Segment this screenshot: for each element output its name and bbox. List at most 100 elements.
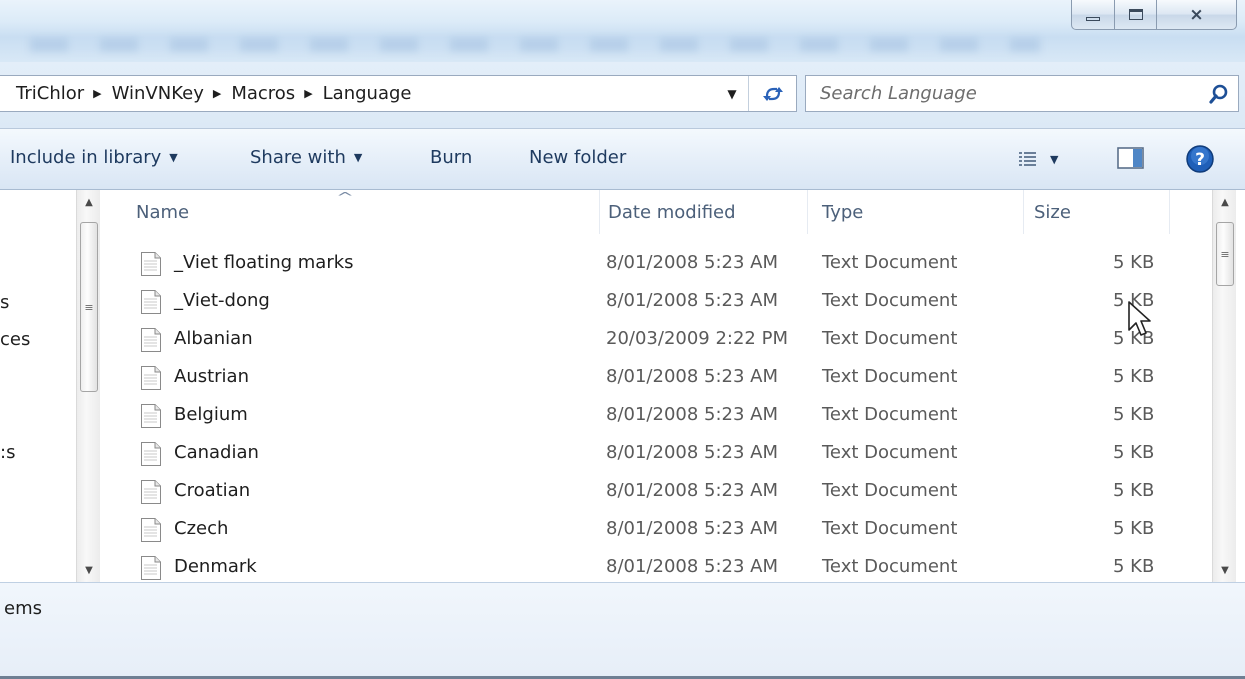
file-name: Belgium	[174, 404, 248, 425]
scroll-up-icon[interactable]: ▲	[77, 190, 101, 214]
text-document-icon	[141, 366, 161, 390]
column-header-date-modified[interactable]: Date modified	[600, 190, 808, 234]
text-document-icon	[141, 290, 161, 314]
table-row[interactable]: Albanian 20/03/2009 2:22 PM Text Documen…	[100, 322, 1212, 360]
file-name: Czech	[174, 518, 229, 539]
chevron-down-icon: ▼	[353, 151, 363, 164]
maximize-icon	[1128, 9, 1143, 20]
nav-item-fragment[interactable]: :s	[0, 442, 15, 463]
address-bar[interactable]: TriChlor ▶ WinVNKey ▶ Macros ▶ Language …	[0, 75, 797, 112]
file-size: 5 KB	[1113, 366, 1155, 387]
breadcrumb-language[interactable]: Language	[323, 83, 412, 104]
breadcrumb: TriChlor ▶ WinVNKey ▶ Macros ▶ Language	[16, 76, 412, 111]
text-document-icon	[141, 328, 161, 352]
file-name: Albanian	[174, 328, 253, 349]
breadcrumb-separator-icon[interactable]: ▶	[93, 87, 101, 100]
file-name: Denmark	[174, 556, 257, 577]
table-row[interactable]: Denmark 8/01/2008 5:23 AM Text Document …	[100, 550, 1212, 582]
breadcrumb-winvnkey[interactable]: WinVNKey	[112, 83, 204, 104]
table-row[interactable]: Canadian 8/01/2008 5:23 AM Text Document…	[100, 436, 1212, 474]
nav-pane-scrollbar[interactable]: ▲ ≡ ▼	[76, 190, 100, 582]
caption-buttons: ⨯	[1071, 0, 1237, 30]
column-header-type-label: Type	[822, 201, 864, 223]
table-row[interactable]: Austrian 8/01/2008 5:23 AM Text Document…	[100, 360, 1212, 398]
file-name: Croatian	[174, 480, 251, 501]
change-view-button[interactable]: ▼	[1018, 145, 1088, 173]
text-document-icon	[141, 556, 161, 580]
nav-item-fragment[interactable]: ces	[0, 329, 30, 350]
column-header-size[interactable]: Size	[1026, 190, 1170, 234]
file-type: Text Document	[822, 366, 958, 387]
burn-button[interactable]: Burn	[430, 147, 472, 168]
column-header-date-label: Date modified	[608, 201, 736, 223]
address-history-dropdown[interactable]: ▼	[718, 76, 746, 111]
column-headers: ^ Name Date modified Type Size	[100, 190, 1212, 234]
table-row[interactable]: Croatian 8/01/2008 5:23 AM Text Document…	[100, 474, 1212, 512]
search-box[interactable]	[805, 75, 1239, 112]
refresh-button[interactable]	[748, 76, 796, 111]
scroll-down-icon[interactable]: ▼	[77, 558, 101, 582]
file-type: Text Document	[822, 480, 958, 501]
file-size: 5 KB	[1113, 404, 1155, 425]
search-icon[interactable]	[1208, 83, 1230, 105]
new-folder-button[interactable]: New folder	[529, 147, 626, 168]
table-row[interactable]: _Viet-dong 8/01/2008 5:23 AM Text Docume…	[100, 284, 1212, 322]
nav-item-fragment[interactable]: s	[0, 292, 9, 313]
title-bar[interactable]: ⨯	[0, 0, 1245, 62]
text-document-icon	[141, 442, 161, 466]
breadcrumb-separator-icon[interactable]: ▶	[304, 87, 312, 100]
nav-scroll-thumb[interactable]: ≡	[80, 222, 98, 392]
text-document-icon	[141, 518, 161, 542]
text-document-icon	[141, 404, 161, 428]
file-size: 5 KB	[1113, 518, 1155, 539]
file-list: ^ Name Date modified Type Size _Viet flo…	[100, 190, 1212, 582]
file-date-modified: 8/01/2008 5:23 AM	[606, 556, 779, 577]
file-type: Text Document	[822, 252, 958, 273]
view-details-icon	[1019, 152, 1036, 166]
scroll-down-icon[interactable]: ▼	[1213, 558, 1237, 582]
file-date-modified: 8/01/2008 5:23 AM	[606, 404, 779, 425]
include-in-library-button[interactable]: Include in library ▼	[10, 147, 178, 168]
command-bar: Include in library ▼ Share with ▼ Burn N…	[0, 128, 1245, 190]
maximize-button[interactable]	[1115, 0, 1157, 30]
text-document-icon	[141, 480, 161, 504]
search-input[interactable]	[806, 76, 1196, 111]
file-name: Canadian	[174, 442, 259, 463]
column-header-name[interactable]: Name	[128, 190, 600, 234]
breadcrumb-trichlor[interactable]: TriChlor	[16, 83, 84, 104]
file-date-modified: 8/01/2008 5:23 AM	[606, 252, 779, 273]
column-header-name-label: Name	[136, 201, 190, 223]
preview-pane-icon	[1117, 147, 1144, 169]
table-row[interactable]: _Viet floating marks 8/01/2008 5:23 AM T…	[100, 246, 1212, 284]
file-list-scrollbar[interactable]: ▲ ≡ ▼	[1212, 190, 1236, 582]
breadcrumb-macros[interactable]: Macros	[231, 83, 295, 104]
svg-text:?: ?	[1195, 150, 1205, 170]
minimize-button[interactable]	[1071, 0, 1115, 30]
table-row[interactable]: Czech 8/01/2008 5:23 AM Text Document 5 …	[100, 512, 1212, 550]
file-size: 5 KB	[1113, 252, 1155, 273]
item-count: ems	[4, 598, 42, 619]
address-row: TriChlor ▶ WinVNKey ▶ Macros ▶ Language …	[0, 62, 1245, 128]
minimize-icon	[1086, 16, 1100, 21]
help-button[interactable]: ?	[1185, 144, 1215, 174]
file-type: Text Document	[822, 442, 958, 463]
navigation-pane: s ces :s	[0, 190, 76, 582]
chevron-down-icon[interactable]: ▼	[1050, 153, 1058, 166]
table-row[interactable]: Belgium 8/01/2008 5:23 AM Text Document …	[100, 398, 1212, 436]
details-pane: ems	[0, 582, 1245, 679]
close-button[interactable]: ⨯	[1157, 0, 1237, 30]
file-size: 5 KB	[1113, 442, 1155, 463]
breadcrumb-separator-icon[interactable]: ▶	[213, 87, 221, 100]
scroll-up-icon[interactable]: ▲	[1213, 190, 1237, 214]
file-date-modified: 8/01/2008 5:23 AM	[606, 442, 779, 463]
file-type: Text Document	[822, 556, 958, 577]
file-type: Text Document	[822, 290, 958, 311]
file-list-scroll-thumb[interactable]: ≡	[1216, 222, 1234, 286]
share-with-button[interactable]: Share with ▼	[250, 147, 362, 168]
include-in-library-label: Include in library	[10, 147, 162, 168]
file-name: _Viet floating marks	[174, 252, 354, 273]
column-header-type[interactable]: Type	[814, 190, 1024, 234]
file-date-modified: 8/01/2008 5:23 AM	[606, 480, 779, 501]
file-name: _Viet-dong	[174, 290, 270, 311]
preview-pane-button[interactable]	[1116, 145, 1146, 171]
